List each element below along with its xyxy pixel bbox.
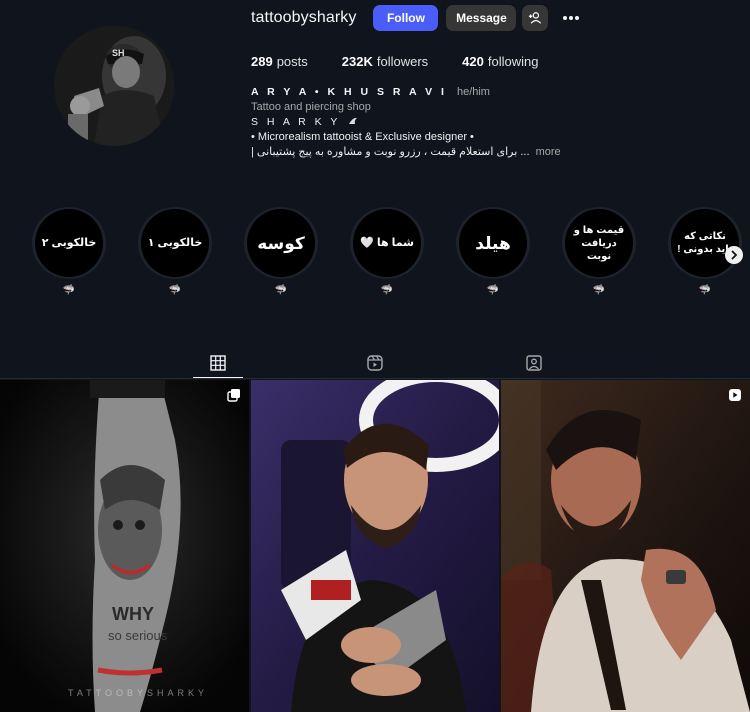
post-watermark: TATTOOBYSHARKY bbox=[68, 688, 209, 698]
pronouns: he/him bbox=[456, 86, 490, 98]
profile-avatar[interactable]: SH bbox=[54, 26, 174, 146]
highlight-label: 🦈 bbox=[274, 285, 288, 297]
bio-ellipsis: ... bbox=[520, 146, 530, 158]
highlight-label: 🦈 bbox=[592, 285, 606, 297]
highlight-item[interactable]: قیمت ها و دریافت نوبت 🦈 bbox=[562, 207, 636, 297]
highlights-next-button[interactable] bbox=[725, 246, 743, 264]
stat-label: posts bbox=[276, 54, 308, 69]
reel-badge bbox=[728, 388, 742, 402]
stat-followers[interactable]: 232K followers bbox=[342, 54, 428, 69]
profile-tabs bbox=[0, 348, 750, 378]
suggested-users-button[interactable] bbox=[522, 5, 549, 31]
post-tile[interactable]: WHY so serious TATTOOBYSHARKY bbox=[0, 380, 249, 712]
posts-grid: WHY so serious TATTOOBYSHARKY bbox=[0, 380, 750, 712]
shark-icon bbox=[349, 117, 358, 124]
carousel-icon bbox=[227, 389, 240, 402]
stat-posts: 289 posts bbox=[251, 54, 308, 69]
highlight-item[interactable]: کوسه 🦈 bbox=[244, 207, 318, 297]
message-button[interactable]: Message bbox=[446, 5, 517, 31]
svg-text:WHY: WHY bbox=[112, 604, 154, 624]
stat-count: 289 bbox=[251, 54, 273, 69]
post-image-portrait bbox=[501, 380, 750, 712]
highlight-cover-title: خالکوبی ۲ bbox=[35, 209, 103, 278]
stat-label: following bbox=[487, 54, 539, 69]
highlight-cover-title: قیمت ها و دریافت نوبت bbox=[565, 209, 633, 278]
reel-icon bbox=[729, 389, 741, 401]
highlight-cover-title: هیلد bbox=[459, 209, 527, 278]
stat-following[interactable]: 420 following bbox=[462, 54, 538, 69]
brand-text: S H A R K Y bbox=[251, 116, 341, 128]
highlight-item[interactable]: خالکوبی ۲ 🦈 bbox=[32, 207, 106, 297]
tab-posts[interactable] bbox=[193, 348, 243, 378]
tab-reels[interactable] bbox=[350, 348, 400, 378]
svg-text:so serious: so serious bbox=[108, 628, 168, 643]
chevron-right-icon bbox=[731, 250, 738, 260]
stat-count: 232K bbox=[341, 54, 373, 69]
highlight-label: 🦈 bbox=[380, 285, 394, 297]
carousel-badge bbox=[227, 388, 241, 402]
posts-grid-icon bbox=[210, 354, 226, 371]
profile-stats: 289 posts 232K followers 420 following bbox=[251, 54, 572, 69]
highlight-item[interactable]: شما ها 🤍 🦈 bbox=[350, 207, 424, 297]
highlight-item[interactable]: هیلد 🦈 bbox=[456, 207, 530, 297]
more-dots-icon bbox=[563, 16, 580, 20]
add-user-icon bbox=[529, 12, 542, 24]
tabs-divider bbox=[0, 378, 750, 379]
highlight-label: 🦈 bbox=[486, 285, 500, 297]
highlight-cover-title: کوسه bbox=[247, 209, 315, 278]
brand-line: S H A R K Y bbox=[251, 115, 591, 130]
story-highlights: خالکوبی ۲ 🦈 خالکوبی ۱ 🦈 کوسه 🦈 شما ها 🤍 … bbox=[0, 207, 750, 307]
tab-tagged[interactable] bbox=[509, 348, 559, 378]
highlight-item[interactable]: خالکوبی ۱ 🦈 bbox=[138, 207, 212, 297]
stat-label: followers bbox=[376, 54, 429, 69]
category-label: Tattoo and piercing shop bbox=[251, 101, 371, 113]
profile-header: tattoobysharky Follow Message bbox=[251, 5, 584, 31]
tagged-icon bbox=[526, 355, 542, 371]
highlight-label: 🦈 bbox=[62, 285, 76, 297]
more-options-button[interactable] bbox=[558, 5, 584, 31]
post-tile[interactable] bbox=[501, 380, 750, 712]
svg-text:SH: SH bbox=[112, 48, 125, 58]
profile-bio: A R Y A • K H U S R A V I he/him Tattoo … bbox=[251, 85, 591, 160]
reels-icon bbox=[367, 355, 383, 371]
post-image-portrait bbox=[251, 380, 499, 712]
username: tattoobysharky bbox=[251, 9, 357, 26]
post-image-tattoo: WHY so serious bbox=[0, 380, 249, 712]
bio-more-link[interactable]: more bbox=[536, 146, 561, 158]
bio-line-1: • Microrealism tattooist & Exclusive des… bbox=[251, 131, 474, 143]
follow-button[interactable]: Follow bbox=[373, 5, 439, 31]
post-tile[interactable] bbox=[251, 380, 499, 712]
bio-line-2: برای استعلام قیمت ، رزرو نوبت و مشاوره ب… bbox=[251, 145, 591, 160]
highlight-cover-title: شما ها 🤍 bbox=[353, 209, 421, 278]
highlight-cover-title: نکاتی که باید بدونی ! bbox=[671, 209, 739, 278]
highlight-label: 🦈 bbox=[698, 285, 712, 297]
highlight-cover-title: خالکوبی ۱ bbox=[141, 209, 209, 278]
stat-count: 420 bbox=[462, 54, 484, 69]
bio-line-2-text: برای استعلام قیمت ، رزرو نوبت و مشاوره ب… bbox=[251, 146, 518, 158]
display-name: A R Y A • K H U S R A V I bbox=[251, 86, 447, 98]
highlight-label: 🦈 bbox=[168, 285, 182, 297]
